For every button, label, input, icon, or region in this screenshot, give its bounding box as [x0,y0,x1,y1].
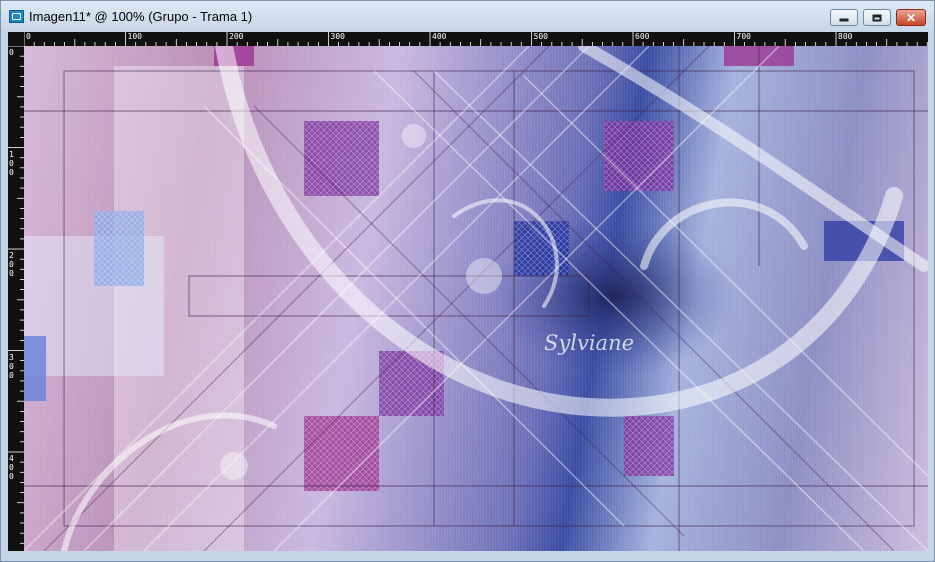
ruler-v-label: 0 [9,48,14,57]
window-bottom-border [1,553,934,561]
image-canvas[interactable]: Sylviane [24,46,928,551]
title-bar[interactable]: Imagen11* @ 100% (Grupo - Trama 1) ✕ [1,1,934,32]
horizontal-ruler-ticks [24,32,928,46]
artwork [24,46,928,551]
ruler-h-label: 200 [229,32,244,41]
psp-app-icon[interactable] [9,10,24,23]
ruler-h-label: 500 [533,32,548,41]
minimize-button[interactable] [830,9,858,26]
ruler-h-label: 700 [736,32,751,41]
ruler-h-label: 100 [127,32,142,41]
ruler-v-label: 100 [9,149,14,177]
close-button[interactable]: ✕ [896,9,926,26]
ruler-h-label: 0 [26,32,31,41]
ruler-v-label: 200 [9,251,14,278]
window-title: Imagen11* @ 100% (Grupo - Trama 1) [29,9,253,24]
image-window: Imagen11* @ 100% (Grupo - Trama 1) ✕ 0 10… [0,0,935,562]
maximize-icon [872,14,882,21]
minimize-icon [839,18,849,21]
ruler-h-label: 600 [635,32,650,41]
ruler-h-label: 800 [838,32,853,41]
ruler-v-label: 300 [9,352,14,380]
ruler-h-label: 300 [330,32,345,41]
vertical-ruler[interactable]: 0 100 200 300 400 [8,46,24,551]
close-icon: ✕ [905,10,917,25]
maximize-button[interactable] [863,9,891,26]
ruler-corner [8,32,24,46]
ruler-h-label: 400 [432,32,447,41]
watermark-text: Sylviane [544,331,635,355]
horizontal-ruler[interactable]: 0 100 200 300 400 500 600 700 800 [24,32,928,46]
ruler-v-label: 400 [9,454,14,481]
